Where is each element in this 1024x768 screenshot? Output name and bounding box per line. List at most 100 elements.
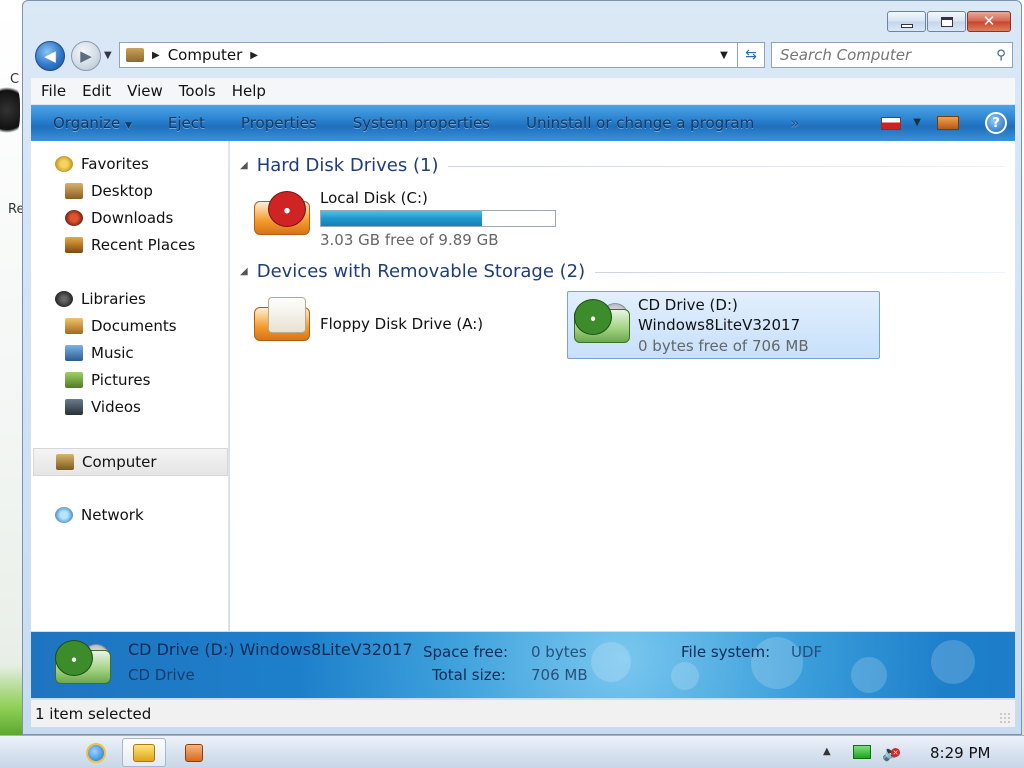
status-text: 1 item selected (35, 704, 152, 723)
address-dropdown-button[interactable]: ▼ (713, 45, 735, 65)
downloads-icon (65, 210, 83, 226)
maximize-button[interactable] (927, 11, 966, 32)
floppy-drive-icon[interactable] (252, 295, 312, 347)
show-hidden-icons-button[interactable]: ▲ (823, 746, 831, 757)
nav-recent-places[interactable]: Recent Places (65, 236, 195, 254)
nav-downloads[interactable]: Downloads (65, 209, 173, 227)
desktop-icon-fragment (0, 80, 20, 140)
system-properties-button[interactable]: System properties (353, 114, 490, 132)
nav-documents-label: Documents (91, 317, 177, 335)
caption-buttons: ✕ (887, 11, 1011, 32)
search-input[interactable] (780, 46, 990, 64)
network-icon (55, 507, 73, 523)
taskbar-clock[interactable]: 8:29 PM (930, 744, 990, 762)
properties-button[interactable]: Properties (241, 114, 317, 132)
nav-pictures[interactable]: Pictures (65, 371, 150, 389)
search-box[interactable]: ⚲ (771, 42, 1013, 68)
breadcrumb-arrow-icon[interactable]: ▶ (152, 50, 160, 61)
space-free-value: 0 bytes (531, 643, 587, 661)
nav-favorites[interactable]: Favorites (55, 155, 149, 173)
wallpaper-grass (0, 666, 24, 736)
menu-help[interactable]: Help (232, 82, 266, 100)
nav-music-label: Music (91, 344, 134, 362)
space-free-label: Space free: (423, 643, 509, 661)
recent-places-icon (65, 237, 83, 253)
change-view-icon[interactable] (881, 117, 901, 130)
refresh-button[interactable]: ⇆ (737, 42, 765, 68)
drive-free-space: 0 bytes free of 706 MB (638, 337, 809, 355)
nav-favorites-label: Favorites (81, 155, 149, 173)
desktop-label-fragment-top: C (10, 72, 20, 87)
file-system-value: UDF (791, 643, 823, 661)
windows-explorer-icon (133, 743, 155, 762)
nav-computer[interactable]: Computer (33, 448, 228, 476)
help-icon[interactable]: ? (985, 112, 1007, 134)
details-cd-drive-icon (53, 638, 111, 692)
taskbar: ▲ 🔈 ✕ 8:29 PM (0, 735, 1024, 768)
collapse-triangle-icon[interactable]: ◢ (240, 266, 248, 277)
group-header-removable-storage[interactable]: ◢ Devices with Removable Storage (2) (240, 261, 1005, 282)
taskbar-ie-button[interactable] (74, 738, 118, 767)
local-disk-icon[interactable] (252, 189, 312, 241)
libraries-icon (55, 291, 73, 307)
nav-videos[interactable]: Videos (65, 398, 141, 416)
pictures-icon (65, 372, 83, 388)
internet-explorer-icon (86, 742, 106, 763)
search-icon[interactable]: ⚲ (990, 48, 1012, 63)
group-title: Hard Disk Drives (1) (256, 155, 439, 176)
favorites-star-icon (55, 156, 73, 172)
angry-bird-red-icon (268, 191, 306, 227)
close-button[interactable]: ✕ (967, 11, 1011, 32)
details-type: CD Drive (128, 666, 195, 684)
eject-button[interactable]: Eject (168, 114, 205, 132)
nav-music[interactable]: Music (65, 344, 134, 362)
network-tray-icon[interactable] (853, 745, 871, 759)
angry-bird-green-icon (55, 640, 93, 676)
address-bar[interactable]: ▶ Computer ▶ (119, 42, 739, 68)
desktop-fragment: C Re (0, 60, 24, 260)
menu-edit[interactable]: Edit (82, 82, 111, 100)
nav-libraries[interactable]: Libraries (55, 290, 146, 308)
back-button[interactable]: ◀ (35, 41, 65, 71)
breadcrumb-computer[interactable]: Computer (168, 46, 243, 64)
nav-desktop[interactable]: Desktop (65, 182, 153, 200)
uninstall-program-button[interactable]: Uninstall or change a program (526, 114, 754, 132)
group-header-hard-disk-drives[interactable]: ◢ Hard Disk Drives (1) (240, 155, 1005, 176)
chevron-down-icon: ▼ (720, 49, 728, 61)
menu-file[interactable]: File (41, 82, 66, 100)
videos-icon (65, 399, 83, 415)
cd-drive-icon[interactable] (572, 297, 632, 349)
breadcrumb-arrow-icon[interactable]: ▶ (250, 50, 258, 61)
maximize-icon (940, 16, 953, 27)
nav-libraries-label: Libraries (81, 290, 146, 308)
status-bar: 1 item selected (31, 699, 1015, 727)
taskbar-media-button[interactable] (172, 738, 216, 767)
preview-pane-icon[interactable] (937, 116, 959, 130)
computer-icon (56, 454, 74, 470)
angry-bird-green-icon (574, 299, 612, 335)
nav-documents[interactable]: Documents (65, 317, 177, 335)
nav-network[interactable]: Network (55, 506, 144, 524)
minimize-button[interactable] (887, 11, 926, 32)
drive-name[interactable]: CD Drive (D:) (638, 296, 738, 314)
menu-tools[interactable]: Tools (179, 82, 216, 100)
organize-button[interactable]: Organize ▼ (53, 114, 132, 132)
back-arrow-icon: ◀ (44, 47, 56, 65)
documents-icon (65, 318, 83, 334)
resize-grip-icon[interactable] (999, 712, 1011, 724)
drive-name[interactable]: Local Disk (C:) (320, 189, 428, 207)
recent-pages-dropdown[interactable]: ▼ (104, 50, 112, 61)
collapse-triangle-icon[interactable]: ◢ (240, 160, 248, 171)
refresh-icon: ⇆ (745, 47, 757, 63)
menu-view[interactable]: View (127, 82, 163, 100)
capacity-bar-fill (321, 211, 483, 226)
floppy-paper-icon (268, 297, 306, 333)
more-commands-button[interactable]: » (790, 114, 799, 132)
media-player-icon (185, 743, 203, 762)
taskbar-explorer-button[interactable] (122, 738, 166, 767)
view-options-dropdown[interactable]: ▼ (913, 117, 921, 128)
forward-button[interactable]: ▶ (71, 41, 101, 71)
drive-name[interactable]: Floppy Disk Drive (A:) (320, 315, 483, 333)
nav-recent-places-label: Recent Places (91, 236, 196, 254)
forward-arrow-icon: ▶ (80, 47, 92, 65)
